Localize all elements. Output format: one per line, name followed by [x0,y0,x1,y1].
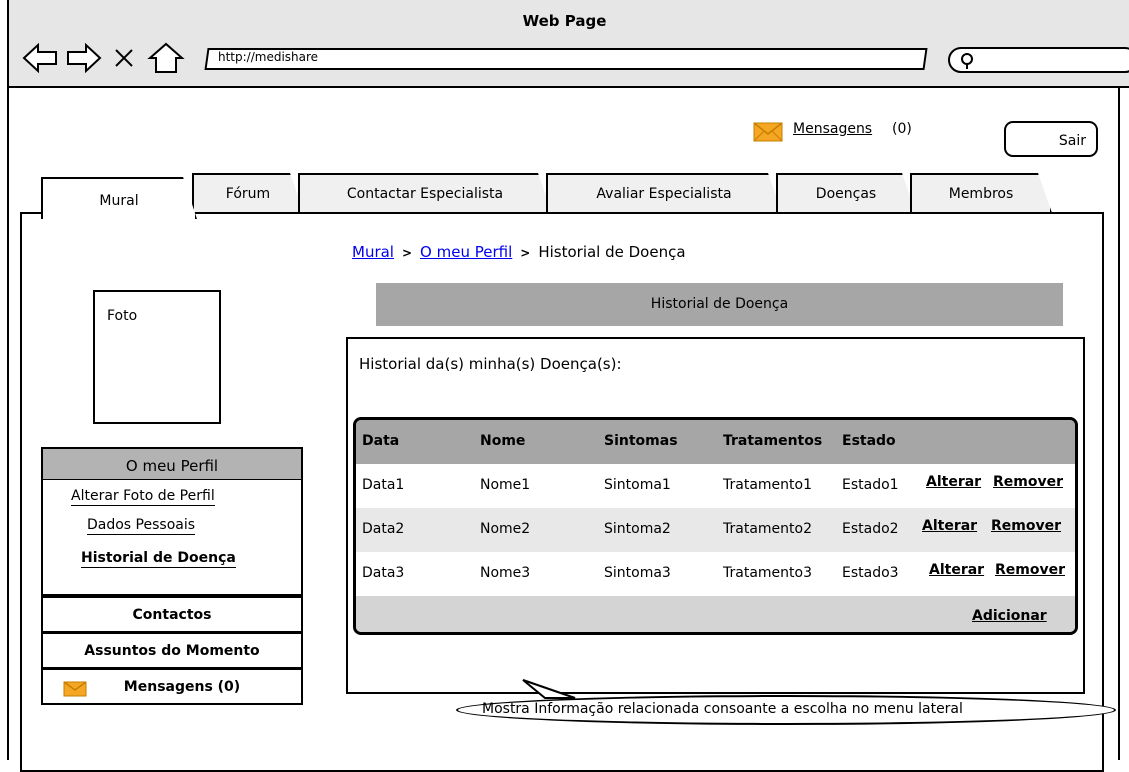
table-cell: Nome2 [480,521,531,537]
table-cell: Sintoma3 [604,565,671,581]
table-row: Data3 Nome3 Sintoma3 Tratamento3 Estado3… [356,552,1075,596]
tab-avaliar-especialista[interactable]: Avaliar Especialista [546,173,782,213]
stop-icon[interactable] [115,49,133,67]
sidebar-link-change-photo[interactable]: Alterar Foto de Perfil [71,488,215,506]
back-icon[interactable] [22,42,57,74]
tab-mural-active[interactable]: Mural [41,177,197,219]
window-title: Web Page [522,12,607,30]
remove-button[interactable]: Remover [995,562,1065,578]
table-cell: Tratamento3 [723,565,812,581]
remove-button[interactable]: Remover [993,474,1063,490]
search-icon [961,53,973,69]
content-heading: Historial da(s) minha(s) Doença(s): [359,355,622,373]
column-header: Tratamentos [723,433,823,449]
tab-forum[interactable]: Fórum [192,173,304,213]
add-button[interactable]: Adicionar [972,608,1047,624]
breadcrumb-my-profile[interactable]: O meu Perfil [420,243,512,261]
sidebar-submenu: Alterar Foto de Perfil Dados Pessoais Hi… [41,480,303,596]
table-cell: Tratamento2 [723,521,812,537]
edit-button[interactable]: Alterar [929,562,984,578]
logout-button[interactable]: Sair [1004,121,1098,157]
home-icon[interactable] [147,42,185,73]
table-cell: Tratamento1 [723,477,812,493]
table-footer-row: Adicionar [356,596,1075,632]
nav-controls [22,42,185,74]
breadcrumb-separator: > [520,246,531,260]
table-row: Data2 Nome2 Sintoma2 Tratamento2 Estado2… [356,508,1075,552]
sidebar-messages-label: Mensagens (0) [123,679,241,695]
table-header-row: Data Nome Sintomas Tratamentos Estado [356,420,1075,464]
table-cell: Nome1 [480,477,531,493]
remove-button[interactable]: Remover [991,518,1061,534]
address-text: http://medishare [218,50,319,64]
forward-icon[interactable] [67,42,102,74]
tab-contactar-especialista[interactable]: Contactar Especialista [298,173,552,213]
table-cell: Data2 [362,521,405,537]
column-header: Data [362,433,400,449]
table-row: Data1 Nome1 Sintoma1 Tratamento1 Estado1… [356,464,1075,508]
sidebar-header: O meu Perfil [41,447,303,481]
breadcrumb: Mural > O meu Perfil > Historial de Doença [352,243,686,261]
section-title-bar: Historial de Doença [376,283,1063,326]
sidebar-link-personal-data[interactable]: Dados Pessoais [87,517,196,535]
sidebar-topics[interactable]: Assuntos do Momento [41,632,303,669]
profile-photo: Foto [93,290,221,424]
breadcrumb-mural[interactable]: Mural [352,243,394,261]
sidebar-contacts[interactable]: Contactos [41,596,303,633]
callout-pointer [522,679,576,699]
table-cell: Nome3 [480,565,531,581]
disease-history-table: Data Nome Sintomas Tratamentos Estado Da… [353,417,1078,635]
table-cell: Data3 [362,565,405,581]
column-header: Estado [842,433,896,449]
envelope-icon [63,681,87,697]
breadcrumb-separator: > [401,246,413,260]
sidebar-link-disease-history[interactable]: Historial de Doença [81,550,236,568]
photo-label: Foto [107,308,138,324]
table-cell: Sintoma2 [604,521,671,537]
annotation-callout-text: Mostra Informação relacionada consoante … [482,701,963,717]
messages-count: (0) [892,121,912,137]
tab-membros[interactable]: Membros [910,173,1052,213]
table-cell: Estado3 [842,565,899,581]
column-header: Nome [480,433,526,449]
column-header: Sintomas [604,433,678,449]
envelope-icon [753,122,783,142]
table-cell: Estado1 [842,477,899,493]
edit-button[interactable]: Alterar [926,474,981,490]
edit-button[interactable]: Alterar [922,518,977,534]
tab-doencas[interactable]: Doenças [776,173,916,213]
breadcrumb-current: Historial de Doença [538,243,686,261]
table-cell: Sintoma1 [604,477,671,493]
table-cell: Estado2 [842,521,899,537]
messages-link[interactable]: Mensagens [793,121,872,137]
table-cell: Data1 [362,477,405,493]
